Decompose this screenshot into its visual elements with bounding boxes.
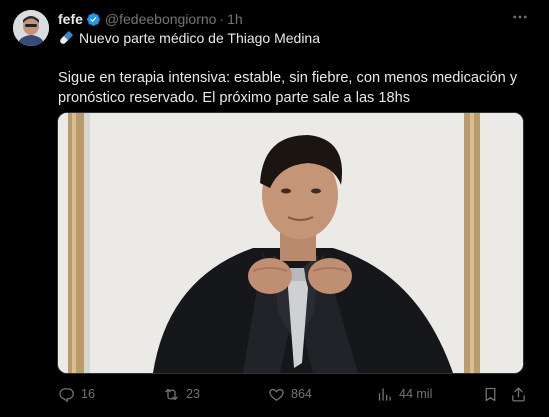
views-button[interactable]: 44 mil [376, 384, 432, 404]
repost-button[interactable]: 23 [163, 384, 200, 404]
display-name[interactable]: fefe [58, 11, 83, 27]
pill-icon [60, 30, 74, 44]
avatar[interactable] [13, 10, 49, 46]
like-count: 864 [291, 387, 312, 401]
repost-count: 23 [186, 387, 200, 401]
views-count: 44 mil [399, 387, 433, 401]
reply-count: 16 [81, 387, 95, 401]
tweet-actions: 16 23 864 44 mil [58, 384, 528, 404]
avatar-image [13, 10, 49, 46]
handle[interactable]: @fedeebongiorno [105, 11, 217, 27]
timestamp[interactable]: 1h [227, 11, 243, 27]
headline-text: Nuevo parte médico de Thiago Medina [79, 30, 321, 46]
tweet-headline: Nuevo parte médico de Thiago Medina [58, 30, 320, 46]
share-button[interactable] [510, 384, 533, 404]
bookmark-icon [485, 387, 496, 401]
bookmark-button[interactable] [482, 384, 505, 404]
tweet[interactable]: fefe @fedeebongiorno · 1h Nuevo parte mé… [0, 0, 549, 417]
tweet-header: fefe @fedeebongiorno · 1h [58, 10, 243, 28]
repost-icon [165, 388, 178, 400]
share-icon [512, 386, 525, 402]
tweet-media[interactable] [57, 112, 524, 374]
like-button[interactable]: 864 [268, 384, 312, 404]
views-chart-icon [378, 387, 391, 401]
media-photo [58, 113, 523, 373]
tweet-text: Sigue en terapia intensiva: estable, sin… [58, 70, 518, 106]
more-options-icon[interactable] [509, 8, 531, 26]
reply-icon [59, 387, 74, 402]
heart-icon [269, 388, 284, 401]
verified-badge-icon [87, 12, 100, 26]
separator-dot: · [219, 11, 225, 27]
reply-button[interactable]: 16 [58, 384, 95, 404]
